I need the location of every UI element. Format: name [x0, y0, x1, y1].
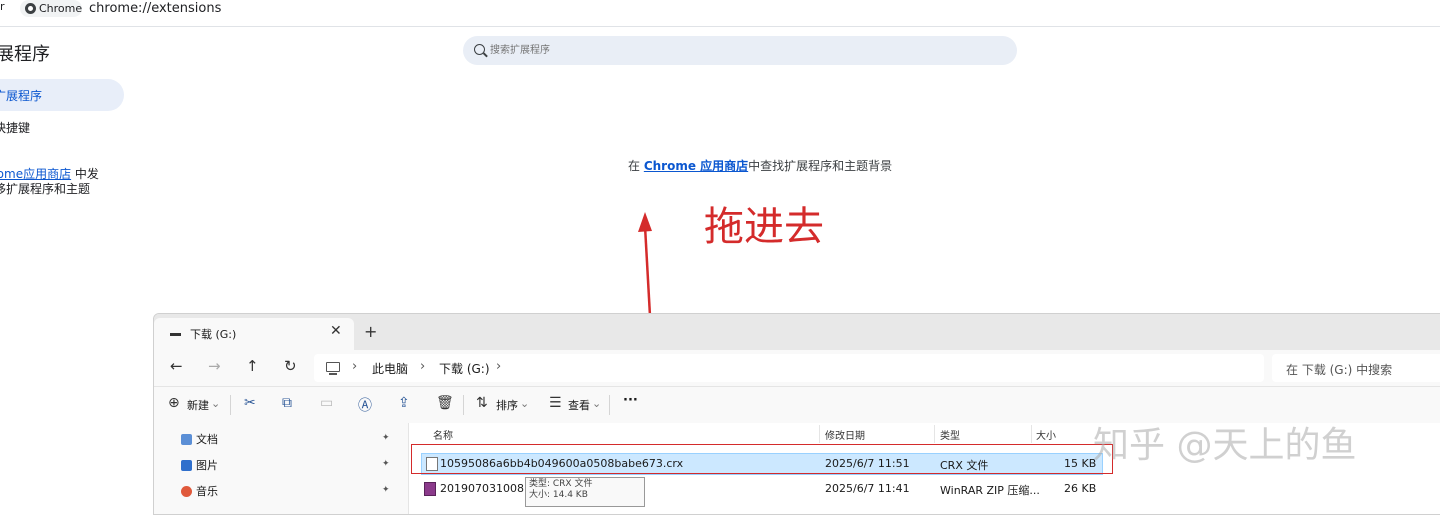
column-header-date[interactable]: 修改日期 — [825, 427, 865, 442]
explorer-tabstrip: 下载 (G:) ✕ + — [154, 314, 1440, 350]
store-prefix[interactable]: rome — [0, 167, 23, 181]
column-divider — [819, 425, 820, 443]
watermark: 知乎 @天上的鱼 — [1093, 425, 1357, 466]
chrome-icon — [25, 3, 36, 14]
up-icon[interactable]: ↑ — [246, 357, 259, 375]
new-button[interactable]: 新建 — [187, 397, 209, 413]
drag-annotation: 拖进去 — [704, 204, 824, 250]
breadcrumb-downloads[interactable]: 下载 (G:) — [439, 360, 490, 377]
paste-icon[interactable]: ▭ — [320, 395, 333, 411]
tooltip-type: 类型: CRX 文件 — [529, 479, 593, 489]
page-title: 展程序 — [0, 44, 50, 65]
refresh-icon[interactable]: ↻ — [284, 357, 297, 375]
toolbar-divider — [463, 395, 464, 415]
more-options-icon[interactable]: ··· — [623, 393, 638, 408]
search-icon — [474, 44, 485, 55]
explorer-tab-label: 下载 (G:) — [190, 328, 237, 341]
explorer-search-box[interactable]: 在 下载 (G:) 中搜索 — [1272, 354, 1440, 382]
music-icon — [181, 486, 192, 497]
explorer-tab[interactable]: 下载 (G:) ✕ — [154, 318, 354, 350]
chevron-down-icon: ⌄ — [520, 397, 530, 410]
delete-icon[interactable]: 🗑 — [436, 395, 454, 411]
chevron-down-icon: ⌄ — [592, 397, 602, 410]
nav-item-label: 文档 — [196, 433, 218, 446]
sidebar-store-text-line2: 哆扩展程序和主题 — [0, 182, 91, 196]
this-pc-icon — [326, 362, 340, 375]
close-tab-icon[interactable]: ✕ — [330, 323, 342, 339]
column-header-type[interactable]: 类型 — [940, 427, 960, 442]
breadcrumb[interactable]: › 此电脑 › 下载 (G:) › — [314, 354, 1264, 382]
column-divider — [1031, 425, 1032, 443]
chrome-site-chip[interactable]: Chrome — [20, 0, 82, 17]
nav-item-music[interactable]: 音乐 — [181, 483, 218, 501]
pin-icon: ✦ — [382, 433, 390, 443]
document-icon — [181, 434, 192, 445]
breadcrumb-sep: › — [496, 359, 502, 374]
chevron-down-icon: ⌄ — [211, 397, 221, 410]
search-input[interactable] — [490, 42, 990, 58]
view-button[interactable]: 查看 — [568, 397, 590, 413]
file-explorer-window: 下载 (G:) ✕ + ← → ↑ ↻ › 此电脑 › 下载 (G:) › 在 … — [153, 313, 1440, 515]
web-store-link[interactable]: Chrome 应用商店 — [644, 159, 748, 173]
tooltip-size: 大小: 14.4 KB — [529, 490, 588, 500]
file-type: WinRAR ZIP 压缩... — [940, 484, 1040, 497]
explorer-navbar: ← → ↑ ↻ › 此电脑 › 下载 (G:) › 在 下载 (G:) 中搜索 — [154, 350, 1440, 386]
file-size: 26 KB — [1064, 482, 1097, 495]
sort-button[interactable]: 排序 — [496, 397, 518, 413]
view-icon: ☰ — [549, 395, 562, 411]
cut-icon[interactable]: ✂ — [244, 395, 256, 411]
nav-item-pictures[interactable]: 图片 — [181, 457, 218, 475]
store-link[interactable]: 应用商店 — [23, 167, 71, 181]
breadcrumb-sep: › — [420, 359, 426, 374]
column-divider — [934, 425, 935, 443]
file-name[interactable]: 20190703100816 — [440, 482, 526, 495]
empty-state-message: 在 Chrome 应用商店中查找扩展程序和主题背景 — [628, 157, 892, 174]
column-header-size[interactable]: 大小 — [1036, 427, 1056, 442]
nav-item-label: 图片 — [196, 459, 218, 472]
share-icon[interactable]: ⇪ — [398, 395, 410, 411]
column-header-name[interactable]: 名称 — [433, 427, 453, 442]
rename-icon[interactable]: Ⓐ — [358, 395, 372, 415]
empty-prefix: 在 — [628, 159, 644, 173]
toolbar-edge-glyph: r — [0, 0, 5, 13]
navigation-pane: 文档 ✦ 图片 ✦ 音乐 ✦ — [154, 423, 408, 514]
new-tab-button[interactable]: + — [364, 322, 377, 341]
winrar-icon — [424, 482, 436, 496]
sidebar-item-extensions-label[interactable]: 广展程序 — [0, 87, 42, 104]
header-divider — [0, 26, 1440, 27]
file-tooltip: 类型: CRX 文件 大小: 14.4 KB — [525, 477, 645, 507]
new-icon: ⊕ — [168, 395, 180, 411]
explorer-search-placeholder: 在 下载 (G:) 中搜索 — [1286, 363, 1393, 377]
pin-icon: ✦ — [382, 459, 390, 469]
empty-suffix: 中查找扩展程序和主题背景 — [748, 159, 893, 173]
nav-item-documents[interactable]: 文档 — [181, 431, 218, 449]
nav-item-label: 音乐 — [196, 485, 218, 498]
address-bar-url[interactable]: chrome://extensions — [89, 0, 221, 17]
sort-icon: ⇅ — [476, 395, 488, 411]
highlight-box — [411, 444, 1113, 474]
breadcrumb-sep: › — [352, 359, 358, 374]
forward-icon[interactable]: → — [208, 357, 221, 375]
copy-icon[interactable]: ⧉ — [282, 395, 292, 411]
file-date: 2025/6/7 11:41 — [825, 482, 910, 495]
pin-icon: ✦ — [382, 485, 390, 495]
store-suffix: 中发 — [71, 167, 99, 181]
toolbar-divider — [230, 395, 231, 415]
drive-icon — [170, 333, 181, 336]
toolbar-divider — [609, 395, 610, 415]
pictures-icon — [181, 460, 192, 471]
chrome-chip-label: Chrome — [39, 2, 83, 15]
back-icon[interactable]: ← — [170, 357, 183, 375]
browser-toolbar: r Chrome chrome://extensions — [0, 0, 1440, 20]
sidebar-item-shortcuts[interactable]: 快捷键 — [0, 119, 30, 136]
breadcrumb-this-pc[interactable]: 此电脑 — [372, 360, 408, 377]
search-bar[interactable] — [463, 36, 1017, 65]
